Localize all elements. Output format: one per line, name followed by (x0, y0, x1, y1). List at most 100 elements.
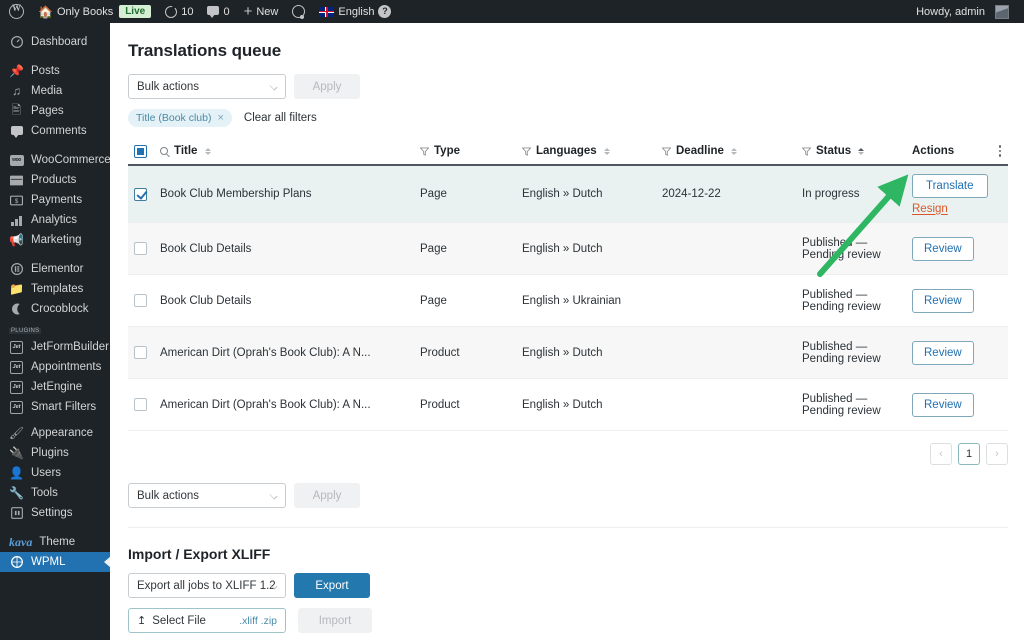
review-button[interactable]: Review (912, 288, 974, 313)
sidebar-item-label: Templates (31, 283, 84, 295)
sort-icon[interactable] (603, 147, 610, 155)
row-select-cell[interactable] (128, 187, 160, 201)
filter-chip-title[interactable]: Title (Book club) × (128, 109, 232, 127)
sidebar-item-dashboard[interactable]: Dashboard (0, 32, 110, 52)
sidebar-item-woocommerce[interactable]: woo WooCommerce (0, 150, 110, 170)
sidebar-item-products[interactable]: Products (0, 170, 110, 190)
row-title[interactable]: Book Club Details (160, 243, 420, 255)
sort-icon[interactable] (205, 147, 212, 155)
comments-menu[interactable]: 0 (200, 0, 236, 23)
review-button[interactable]: Review (912, 340, 974, 365)
apply-button-bottom[interactable]: Apply (294, 483, 360, 508)
dashboard-icon (9, 36, 24, 48)
bulk-actions-select-bottom[interactable]: Bulk actions (128, 483, 286, 508)
updates-menu[interactable]: 10 (158, 0, 200, 23)
sidebar-item-appearance[interactable]: 🖌 Appearance (0, 423, 110, 443)
table-row[interactable]: Book Club Details Page English » Dutch P… (128, 223, 1008, 275)
filter-icon[interactable] (419, 146, 430, 156)
review-button[interactable]: Review (912, 392, 974, 417)
column-deadline[interactable]: Deadline (661, 145, 802, 157)
column-options-menu[interactable] (992, 145, 1008, 157)
wordpress-logo-menu[interactable] (0, 0, 31, 23)
row-checkbox[interactable] (134, 346, 147, 359)
table-row[interactable]: Book Club Details Page English » Ukraini… (128, 275, 1008, 327)
sidebar-item-templates[interactable]: 📁 Templates (0, 279, 110, 299)
row-title[interactable]: Book Club Membership Plans (160, 188, 420, 200)
sidebar-item-jetformbuilder[interactable]: Jet JetFormBuilder (0, 337, 110, 357)
sidebar-item-jetengine[interactable]: Jet JetEngine (0, 377, 110, 397)
export-button[interactable]: Export (294, 573, 370, 598)
sidebar-item-payments[interactable]: $ Payments (0, 190, 110, 210)
row-checkbox[interactable] (134, 398, 147, 411)
pagination-prev[interactable]: ‹ (930, 443, 952, 465)
new-content-menu[interactable]: + New (237, 0, 286, 23)
table-row[interactable]: American Dirt (Oprah's Book Club): A N..… (128, 327, 1008, 379)
sidebar-item-theme[interactable]: kava Theme (0, 532, 110, 552)
resign-link[interactable]: Resign (912, 203, 948, 215)
sidebar-item-comments[interactable]: Comments (0, 121, 110, 141)
sidebar-item-users[interactable]: 👤 Users (0, 463, 110, 483)
row-checkbox[interactable] (134, 294, 147, 307)
row-checkbox[interactable] (134, 242, 147, 255)
translate-button[interactable]: Translate (912, 173, 988, 198)
export-format-select[interactable]: Export all jobs to XLIFF 1.2 (128, 573, 286, 598)
filter-icon[interactable] (661, 146, 672, 156)
column-languages[interactable]: Languages (521, 145, 662, 157)
row-select-cell[interactable] (128, 242, 160, 255)
account-menu[interactable]: Howdy, admin (909, 0, 1016, 23)
row-title[interactable]: American Dirt (Oprah's Book Club): A N..… (160, 399, 420, 411)
review-button[interactable]: Review (912, 236, 974, 261)
sidebar-item-analytics[interactable]: Analytics (0, 210, 110, 230)
import-button[interactable]: Import (298, 608, 372, 633)
sidebar-item-pages[interactable]: 🖹 Pages (0, 101, 110, 121)
close-icon[interactable]: × (217, 112, 223, 124)
sidebar-item-appointments[interactable]: Jet Appointments (0, 357, 110, 377)
table-row[interactable]: Book Club Membership Plans Page English … (128, 166, 1008, 223)
language-label: English (338, 5, 375, 18)
pagination-next[interactable]: › (986, 443, 1008, 465)
row-title[interactable]: Book Club Details (160, 295, 420, 307)
help-icon[interactable]: ? (378, 5, 392, 18)
filter-icon[interactable] (801, 146, 812, 156)
sidebar-item-posts[interactable]: 📌 Posts (0, 61, 110, 81)
select-all-cell[interactable] (128, 144, 160, 158)
apply-button-top[interactable]: Apply (294, 74, 360, 99)
xliff-section-title: Import / Export XLIFF (128, 546, 271, 562)
clear-all-filters-link[interactable]: Clear all filters (244, 112, 317, 124)
row-select-cell[interactable] (128, 294, 160, 307)
column-status[interactable]: Status (801, 145, 912, 157)
filter-icon[interactable] (521, 146, 532, 156)
sidebar-item-tools[interactable]: 🔧 Tools (0, 483, 110, 503)
pagination: ‹ 1 › (110, 443, 1008, 465)
sidebar-item-plugins[interactable]: 🔌 Plugins (0, 443, 110, 463)
row-select-cell[interactable] (128, 398, 160, 411)
sidebar-item-smart-filters[interactable]: Jet Smart Filters (0, 397, 110, 417)
table-row[interactable]: American Dirt (Oprah's Book Club): A N..… (128, 379, 1008, 431)
sort-icon[interactable] (730, 147, 737, 155)
sidebar-item-wpml[interactable]: WPML (0, 552, 110, 572)
language-menu[interactable]: English ? (312, 0, 398, 23)
bulk-actions-bottom: Bulk actions Apply (110, 465, 1024, 508)
row-checkbox[interactable] (134, 187, 147, 201)
sidebar-item-elementor[interactable]: Elementor (0, 259, 110, 279)
sidebar-item-settings[interactable]: Settings (0, 503, 110, 523)
select-all-checkbox[interactable] (134, 144, 147, 158)
select-file-input[interactable]: ↥ Select File .xliff .zip (128, 608, 286, 633)
sidebar-item-media[interactable]: ♫ Media (0, 81, 110, 101)
row-actions: Review (912, 288, 992, 313)
bulk-actions-select-top[interactable]: Bulk actions (128, 74, 286, 99)
sidebar-item-marketing[interactable]: 📢 Marketing (0, 230, 110, 250)
sort-icon[interactable] (858, 147, 865, 155)
quality-menu[interactable] (285, 0, 312, 23)
pagination-page-1[interactable]: 1 (958, 443, 980, 465)
column-type[interactable]: Type (419, 145, 522, 157)
row-select-cell[interactable] (128, 346, 160, 359)
row-title[interactable]: American Dirt (Oprah's Book Club): A N..… (160, 347, 420, 359)
wordpress-icon (9, 3, 24, 19)
search-icon[interactable] (160, 147, 168, 155)
column-title[interactable]: Title (160, 145, 420, 157)
kebab-menu-icon[interactable] (998, 145, 1002, 157)
site-name-menu[interactable]: 🏠 Only Books Live (31, 0, 158, 23)
media-icon: ♫ (12, 84, 21, 98)
sidebar-item-crocoblock[interactable]: Crocoblock (0, 299, 110, 319)
